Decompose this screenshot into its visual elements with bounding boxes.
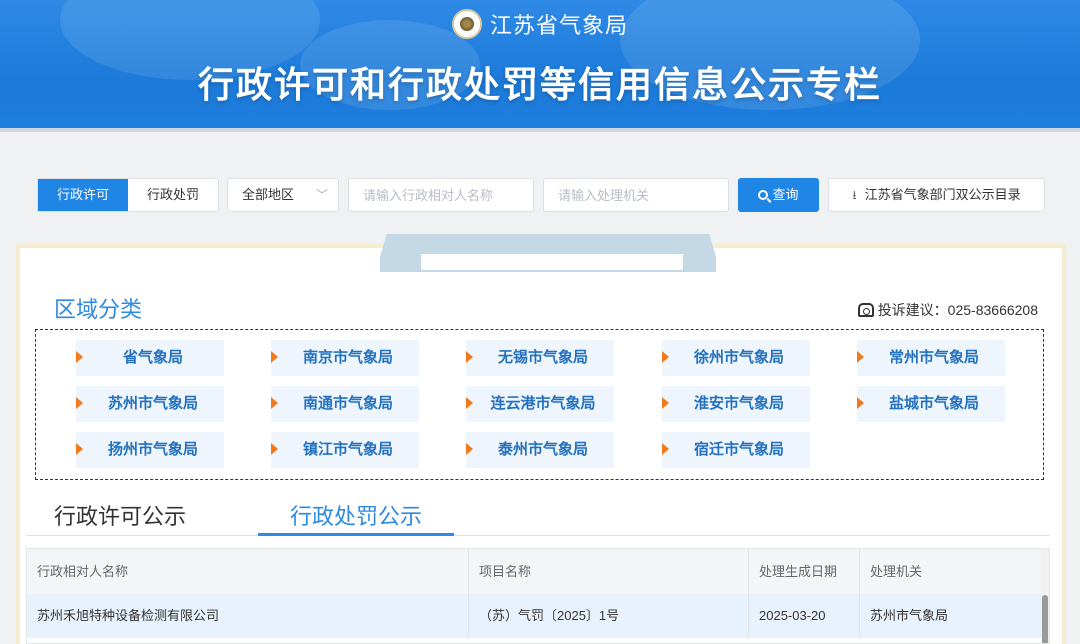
arrow-right-icon [271,351,278,363]
download-icon: ⭳ [852,188,857,202]
arrow-right-icon [271,397,278,409]
cma-logo-icon [451,9,482,39]
download-catalog-button[interactable]: ⭳ 江苏省气象部门双公示目录 [828,178,1045,212]
query-button-label: 查询 [772,187,799,202]
region-item[interactable]: 泰州市气象局 [466,432,614,468]
header-banner: 江苏省气象局 行政许可和行政处罚等信用信息公示专栏 [0,0,1080,132]
table-cell-name: 苏州禾旭特种设备检测有限公司 [27,594,469,638]
org-name: 江苏省气象局 [489,13,628,38]
arrow-right-icon [857,397,864,409]
table-scrollbar[interactable] [1041,549,1049,643]
table-cell-date: 2025-03-20 [749,594,860,638]
chevron-down-icon: ﹀ [315,188,328,202]
arrow-right-icon [466,443,473,455]
arrow-right-icon [76,443,83,455]
public-tabs: 行政许可公示 行政处罚公示 [26,498,1050,536]
arrow-right-icon [76,351,83,363]
arrow-right-icon [662,351,669,363]
region-item[interactable]: 无锡市气象局 [466,340,614,376]
agency-search-input[interactable] [543,178,729,212]
column-header: 行政相对人名称 [27,549,469,594]
region-select-value: 全部地区 [242,187,295,202]
region-list: 省气象局 南京市气象局 无锡市气象局 徐州市气象局 常州市气象局 苏州市气象局 … [35,329,1044,480]
region-item[interactable]: 常州市气象局 [857,340,1005,376]
tab-license[interactable]: 行政许可 [38,179,128,211]
complaint-info: 投诉建议：025-83666208 [857,300,1038,320]
type-switch: 行政许可 行政处罚 [37,178,219,212]
tab-license-public[interactable]: 行政许可公示 [54,498,186,536]
tab-penalty-public[interactable]: 行政处罚公示 [258,498,454,536]
region-item[interactable]: 淮安市气象局 [662,386,810,422]
search-bar: 行政许可 行政处罚 全部地区 ﹀ 查询 ⭳ 江苏省气象部门双公示目录 [0,132,1080,234]
page-title: 行政许可和行政处罚等信用信息公示专栏 [197,64,882,105]
results-table: 行政相对人名称 项目名称 处理生成日期 处理机关 苏州禾旭特种设备检测有限公司 … [26,548,1050,644]
scrollbar-thumb[interactable] [1042,595,1048,643]
query-button[interactable]: 查询 [738,178,819,212]
org-header: 江苏省气象局 [0,8,1080,40]
region-item[interactable]: 省气象局 [76,340,224,376]
region-item[interactable]: 南京市气象局 [271,340,419,376]
search-icon [758,190,769,200]
arrow-right-icon [76,397,83,409]
region-item[interactable]: 盐城市气象局 [857,386,1005,422]
arrow-right-icon [857,351,864,363]
region-item[interactable]: 徐州市气象局 [662,340,810,376]
name-search-input[interactable] [348,178,534,212]
arrow-right-icon [662,397,669,409]
card-tab-decoration-inner [419,254,685,272]
arrow-right-icon [466,351,473,363]
table-header-row: 行政相对人名称 项目名称 处理生成日期 处理机关 [27,549,1043,594]
table-cell-agency: 苏州市气象局 [870,608,949,623]
arrow-right-icon [662,443,669,455]
region-item[interactable]: 南通市气象局 [271,386,419,422]
region-select[interactable]: 全部地区 ﹀ [227,178,339,212]
region-section-title: 区域分类 [54,297,143,322]
tab-penalty[interactable]: 行政处罚 [128,179,218,211]
column-header: 处理机关 [870,564,923,579]
region-item[interactable]: 苏州市气象局 [76,386,224,422]
region-item[interactable]: 扬州市气象局 [76,432,224,468]
complaint-text: 投诉建议：025-83666208 [877,302,1038,318]
table-row[interactable]: 苏州禾旭特种设备检测有限公司 （苏）气罚〔2025〕1号 2025-03-20 … [27,594,1043,638]
region-item[interactable]: 连云港市气象局 [466,386,614,422]
column-header: 处理生成日期 [749,549,860,594]
region-item[interactable]: 镇江市气象局 [271,432,419,468]
arrow-right-icon [271,443,278,455]
download-catalog-label: 江苏省气象部门双公示目录 [864,187,1021,202]
region-item[interactable]: 宿迁市气象局 [662,432,810,468]
arrow-right-icon [466,397,473,409]
phone-icon [857,303,874,317]
table-cell-project: （苏）气罚〔2025〕1号 [469,594,749,638]
column-header: 项目名称 [469,549,749,594]
